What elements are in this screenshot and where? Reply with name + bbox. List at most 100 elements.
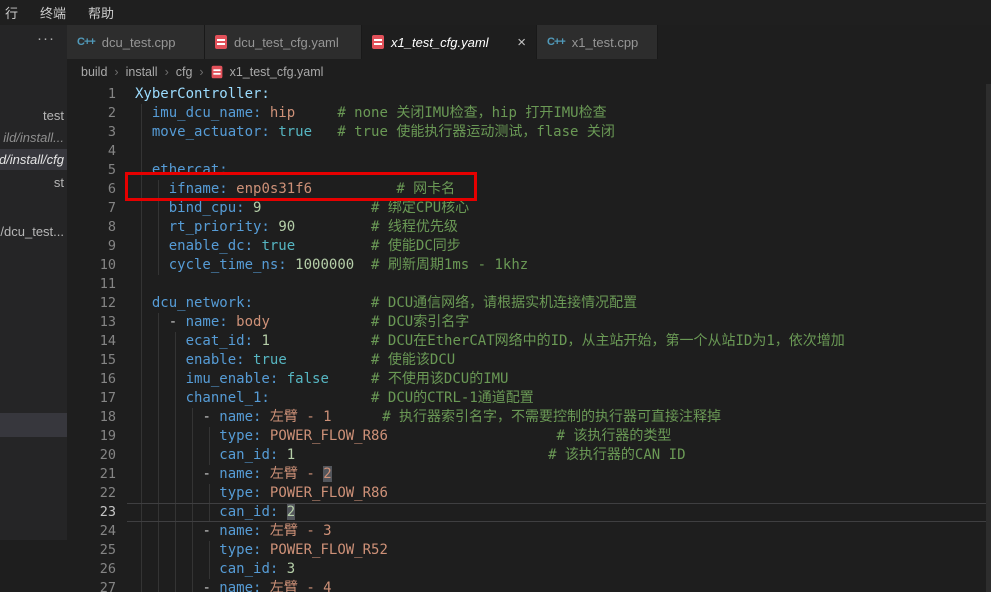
more-actions-icon[interactable]: ··· xyxy=(0,25,67,57)
code-line-10[interactable]: 10 cycle_time_ns: 1000000 # 刷新周期1ms - 1k… xyxy=(67,256,991,275)
line-number[interactable]: 13 xyxy=(67,313,127,332)
code-token xyxy=(261,428,269,444)
tab-dcu-test-cpp[interactable]: C++ dcu_test.cpp xyxy=(67,25,205,59)
code-line-11[interactable]: 11 xyxy=(67,275,991,294)
indent-guide xyxy=(158,370,159,389)
code-line-4[interactable]: 4 xyxy=(67,142,991,161)
line-number[interactable]: 14 xyxy=(67,332,127,351)
code-line-5[interactable]: 5 ethercat: xyxy=(67,161,991,180)
sidebar-item[interactable]: ild/install... xyxy=(0,127,67,148)
line-number[interactable]: 15 xyxy=(67,351,127,370)
line-number[interactable]: 23 xyxy=(67,503,127,522)
code-token xyxy=(135,333,186,349)
code-token xyxy=(135,428,219,444)
tab-label: x1_test.cpp xyxy=(572,35,639,50)
tab-dcu-test-cfg-yaml[interactable]: dcu_test_cfg.yaml xyxy=(205,25,362,59)
line-number[interactable]: 8 xyxy=(67,218,127,237)
line-number[interactable]: 24 xyxy=(67,522,127,541)
indent-guide xyxy=(141,275,142,294)
line-number[interactable]: 4 xyxy=(67,142,127,161)
line-number[interactable]: 21 xyxy=(67,465,127,484)
sidebar-item[interactable]: test xyxy=(0,105,67,126)
line-number[interactable]: 2 xyxy=(67,104,127,123)
code-token: type: xyxy=(219,542,261,558)
code-line-6[interactable]: 6 ifname: enp0s31f6 # 网卡名 xyxy=(67,180,991,199)
menu-item-terminal[interactable]: 终端 xyxy=(40,3,66,22)
code-editor[interactable]: 1XyberController:2 imu_dcu_name: hip # n… xyxy=(67,84,991,592)
code-line-26[interactable]: 26 can_id: 3 xyxy=(67,560,991,579)
code-line-9[interactable]: 9 enable_dc: true # 使能DC同步 xyxy=(67,237,991,256)
scrollbar[interactable] xyxy=(986,84,991,592)
code-line-17[interactable]: 17 channel_1: # DCU的CTRL-1通道配置 xyxy=(67,389,991,408)
code-token xyxy=(261,580,269,592)
code-line-25[interactable]: 25 type: POWER_FLOW_R52 xyxy=(67,541,991,560)
code-line-19[interactable]: 19 type: POWER_FLOW_R86 # 该执行器的类型 xyxy=(67,427,991,446)
code-line-16[interactable]: 16 imu_enable: false # 不使用该DCU的IMU xyxy=(67,370,991,389)
code-line-27[interactable]: 27 - name: 左臂 - 4 xyxy=(67,579,991,592)
code-token xyxy=(135,485,219,501)
line-number[interactable]: 11 xyxy=(67,275,127,294)
indent-guide xyxy=(141,522,142,541)
tab-x1-test-cfg-yaml[interactable]: x1_test_cfg.yaml × xyxy=(362,25,537,59)
code-token xyxy=(270,333,371,349)
breadcrumb-cfg[interactable]: cfg xyxy=(176,65,193,79)
code-line-18[interactable]: 18 - name: 左臂 - 1 # 执行器索引名字，不需要控制的执行器可直接… xyxy=(67,408,991,427)
code-line-8[interactable]: 8 rt_priority: 90 # 线程优先级 xyxy=(67,218,991,237)
tab-x1-test-cpp[interactable]: C++ x1_test.cpp xyxy=(537,25,658,59)
code-token: ethercat: xyxy=(152,162,228,178)
code-line-1[interactable]: 1XyberController: xyxy=(67,85,991,104)
line-number[interactable]: 18 xyxy=(67,408,127,427)
line-number[interactable]: 9 xyxy=(67,237,127,256)
code-line-24[interactable]: 24 - name: 左臂 - 3 xyxy=(67,522,991,541)
code-line-22[interactable]: 22 type: POWER_FLOW_R86 xyxy=(67,484,991,503)
line-number[interactable]: 27 xyxy=(67,579,127,592)
code-line-7[interactable]: 7 bind_cpu: 9 # 绑定CPU核心 xyxy=(67,199,991,218)
sidebar-item[interactable]: st xyxy=(0,172,67,193)
line-number[interactable]: 22 xyxy=(67,484,127,503)
code-line-2[interactable]: 2 imu_dcu_name: hip # none 关闭IMU检查，hip 打… xyxy=(67,104,991,123)
line-number[interactable]: 16 xyxy=(67,370,127,389)
code-token xyxy=(354,257,371,273)
code-line-15[interactable]: 15 enable: true # 使能该DCU xyxy=(67,351,991,370)
code-line-14[interactable]: 14 ecat_id: 1 # DCU在EtherCAT网络中的ID，从主站开始… xyxy=(67,332,991,351)
line-number[interactable]: 1 xyxy=(67,85,127,104)
line-number[interactable]: 26 xyxy=(67,560,127,579)
breadcrumb-build[interactable]: build xyxy=(81,65,107,79)
code-token xyxy=(135,390,186,406)
breadcrumb-file[interactable]: x1_test_cfg.yaml xyxy=(230,65,324,79)
cpp-icon: C++ xyxy=(547,36,565,48)
line-number[interactable]: 20 xyxy=(67,446,127,465)
indent-guide xyxy=(175,579,176,592)
code-line-20[interactable]: 20 can_id: 1 # 该执行器的CAN ID xyxy=(67,446,991,465)
line-content: - name: 左臂 - 2 xyxy=(127,465,991,484)
sidebar-item-highlighted[interactable] xyxy=(0,413,67,437)
line-number[interactable]: 19 xyxy=(67,427,127,446)
code-token xyxy=(135,542,219,558)
menu-item-run[interactable]: 行 xyxy=(5,3,18,22)
code-line-23[interactable]: 23 can_id: 2 xyxy=(67,503,991,522)
indent-guide xyxy=(141,579,142,592)
code-token xyxy=(270,390,371,406)
line-content: imu_dcu_name: hip # none 关闭IMU检查，hip 打开I… xyxy=(127,104,991,123)
code-line-12[interactable]: 12 dcu_network: # DCU通信网络，请根据实机连接情况配置 xyxy=(67,294,991,313)
sidebar-item-selected[interactable]: d/install/cfg xyxy=(0,149,67,170)
line-content: bind_cpu: 9 # 绑定CPU核心 xyxy=(127,199,991,218)
close-icon[interactable]: × xyxy=(517,35,526,50)
line-number[interactable]: 5 xyxy=(67,161,127,180)
code-token: # DCU的CTRL-1通道配置 xyxy=(371,390,534,406)
code-line-21[interactable]: 21 - name: 左臂 - 2 xyxy=(67,465,991,484)
line-number[interactable]: 12 xyxy=(67,294,127,313)
code-line-3[interactable]: 3 move_actuator: true # true 使能执行器运动测试，f… xyxy=(67,123,991,142)
indent-guide xyxy=(141,218,142,237)
line-number[interactable]: 10 xyxy=(67,256,127,275)
line-number[interactable]: 25 xyxy=(67,541,127,560)
menu-item-help[interactable]: 帮助 xyxy=(88,3,114,22)
line-number[interactable]: 7 xyxy=(67,199,127,218)
code-line-13[interactable]: 13 - name: body # DCU索引名字 xyxy=(67,313,991,332)
line-number[interactable]: 3 xyxy=(67,123,127,142)
breadcrumb-install[interactable]: install xyxy=(126,65,158,79)
sidebar-item[interactable]: /dcu_test... xyxy=(0,221,67,242)
line-number[interactable]: 17 xyxy=(67,389,127,408)
line-number[interactable]: 6 xyxy=(67,180,127,199)
tab-bar: C++ dcu_test.cpp dcu_test_cfg.yaml x1_te… xyxy=(67,25,991,59)
